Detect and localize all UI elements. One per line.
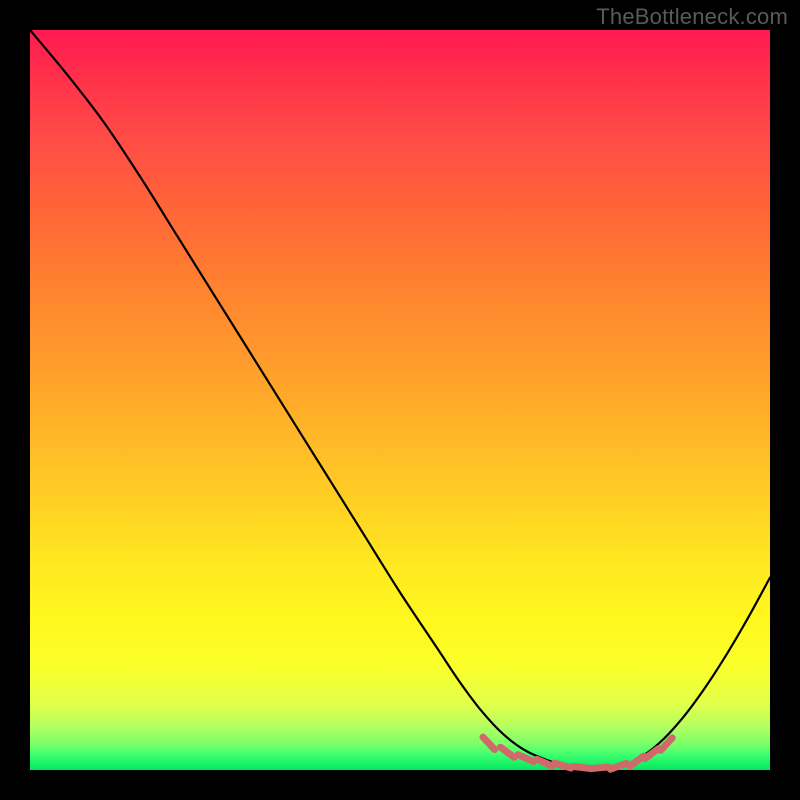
curve-marker: [518, 755, 534, 762]
curve-marker: [555, 763, 571, 768]
curve-marker: [500, 747, 514, 757]
curve-marker: [591, 767, 608, 768]
curve-marker: [573, 766, 590, 768]
attribution-text: TheBottleneck.com: [596, 4, 788, 30]
curve-svg: [30, 30, 770, 770]
plot-area: [30, 30, 770, 770]
bottleneck-curve: [30, 30, 770, 770]
curve-marker: [483, 737, 495, 749]
chart-container: TheBottleneck.com: [0, 0, 800, 800]
curve-marker: [645, 749, 659, 759]
curve-marker: [610, 763, 626, 769]
